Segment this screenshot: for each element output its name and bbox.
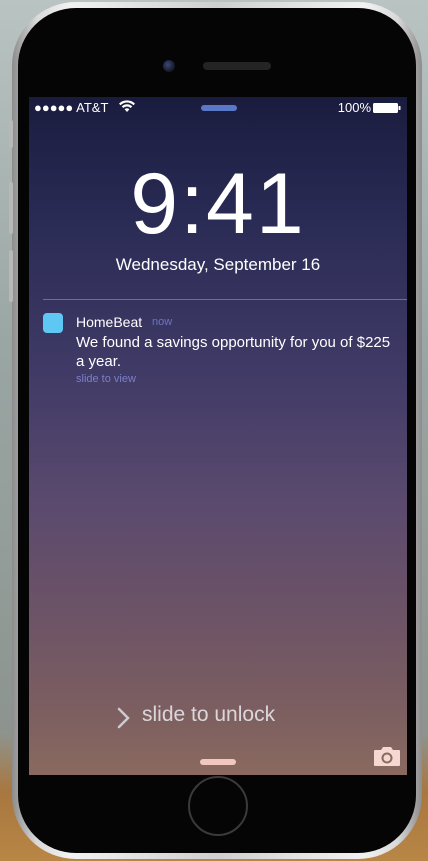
notification-center-grabber[interactable] xyxy=(201,105,237,111)
notification-app-name: HomeBeat xyxy=(76,314,143,330)
notification-action-hint: slide to view xyxy=(76,373,136,385)
wifi-icon xyxy=(119,100,135,112)
notification-message: We found a savings opportunity for you o… xyxy=(76,334,391,370)
chevron-right-icon xyxy=(117,707,130,729)
battery-icon xyxy=(373,103,401,113)
camera-icon[interactable] xyxy=(373,745,401,767)
homebeat-app-icon xyxy=(43,313,63,333)
volume-down-button xyxy=(9,250,13,302)
clock-time: 9:41 xyxy=(130,156,306,252)
earpiece-speaker xyxy=(203,62,271,70)
divider xyxy=(43,299,407,300)
lock-screen: ●●●●● AT&T 100% 9:41 Wednesday, Septembe… xyxy=(29,97,407,775)
mute-switch xyxy=(9,120,13,148)
battery-percentage: 100% xyxy=(337,100,371,115)
carrier-label: ●●●●● AT&T xyxy=(34,100,109,115)
front-camera xyxy=(163,60,175,72)
slide-to-unlock[interactable]: slide to unlock xyxy=(142,703,275,727)
home-button[interactable] xyxy=(188,776,248,836)
home-indicator xyxy=(200,759,236,765)
volume-up-button xyxy=(9,182,13,234)
notification-time: now xyxy=(152,316,173,328)
clock-date: Wednesday, September 16 xyxy=(115,255,321,274)
